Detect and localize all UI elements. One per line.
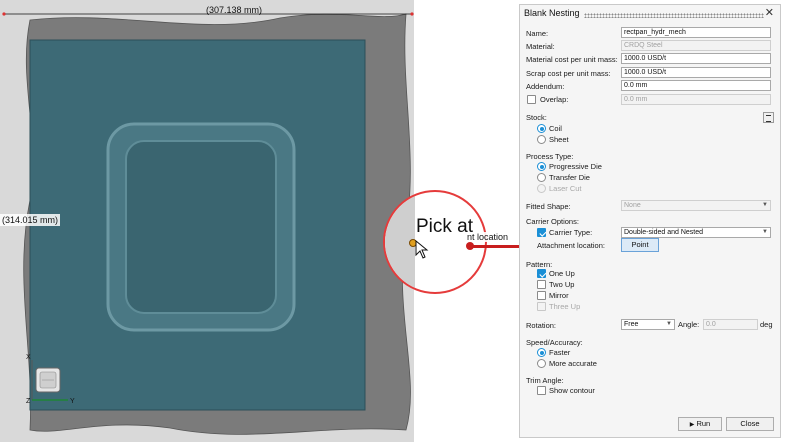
rotation-label: Rotation: (526, 320, 557, 330)
progressive-die-radio[interactable] (537, 162, 546, 171)
rotation-dropdown[interactable]: Free ▼ (621, 319, 675, 330)
fitted-shape-value: None (624, 202, 641, 209)
addendum-label: Addendum: (526, 81, 565, 91)
run-button-label: Run (696, 419, 711, 428)
stock-coil-radio[interactable] (537, 124, 546, 133)
fitted-shape-label: Fitted Shape: (526, 201, 571, 211)
magnifier-text: Pick at (416, 216, 474, 237)
stock-settings-button[interactable] (763, 112, 774, 123)
angle-unit-label: deg (760, 320, 773, 329)
one-up-label: One Up (549, 269, 575, 278)
progressive-die-label: Progressive Die (549, 162, 602, 171)
overlap-label: Overlap: (540, 95, 569, 104)
overlap-checkbox[interactable] (527, 95, 536, 104)
carrier-options-section-label: Carrier Options: (526, 217, 579, 226)
faster-radio[interactable] (537, 348, 546, 357)
mirror-label: Mirror (549, 291, 569, 300)
close-button[interactable]: Close (726, 417, 774, 431)
callout-label: nt location (467, 232, 509, 242)
panel-drag-handle[interactable] (584, 13, 764, 18)
transfer-die-label: Transfer Die (549, 173, 590, 182)
mirror-checkbox[interactable] (537, 291, 546, 300)
laser-cut-radio (537, 184, 546, 193)
attachment-point-button[interactable]: Point (621, 238, 659, 252)
addendum-field[interactable]: 0.0 mm (621, 80, 771, 91)
stock-section-label: Stock: (526, 113, 547, 122)
angle-label: Angle: (678, 320, 700, 329)
carrier-type-label: Carrier Type: (549, 228, 593, 237)
scrap-cost-field[interactable]: 1000.0 USD/t (621, 67, 771, 78)
angle-field: 0.0 (703, 319, 758, 330)
carrier-type-value: Double-sided and Nested (624, 229, 703, 236)
two-up-label: Two Up (549, 280, 575, 289)
fitted-shape-dropdown: None ▼ (621, 200, 771, 211)
trim-angle-section-label: Trim Angle: (526, 376, 564, 385)
laser-cut-label: Laser Cut (549, 184, 582, 193)
material-cost-field[interactable]: 1000.0 USD/t (621, 53, 771, 64)
more-accurate-radio[interactable] (537, 359, 546, 368)
chevron-down-icon: ▼ (762, 202, 768, 208)
triad-x-label: X (26, 354, 31, 361)
show-contour-label: Show contour (549, 386, 595, 395)
chevron-down-icon: ▼ (666, 321, 672, 327)
attachment-location-label: Attachment location: (537, 241, 605, 250)
material-cost-label: Material cost per unit mass: (526, 54, 618, 64)
three-up-checkbox (537, 302, 546, 311)
overlap-field: 0.0 mm (621, 94, 771, 105)
stock-sheet-label: Sheet (549, 135, 569, 144)
carrier-type-checkbox[interactable] (537, 228, 546, 237)
two-up-checkbox[interactable] (537, 280, 546, 289)
more-accurate-label: More accurate (549, 359, 597, 368)
transfer-die-radio[interactable] (537, 173, 546, 182)
pattern-section-label: Pattern: (526, 260, 553, 269)
stock-sheet-radio[interactable] (537, 135, 546, 144)
name-label: Name: (526, 28, 549, 38)
dimension-height-label: (314.015 mm) (0, 214, 61, 226)
callout-dot-left (466, 242, 474, 250)
material-label: Material: (526, 41, 555, 51)
triad-y-label: Y (70, 398, 75, 405)
cursor-arrow-icon (415, 240, 429, 259)
triad-z-label: Z (26, 398, 31, 405)
show-contour-checkbox[interactable] (537, 386, 546, 395)
one-up-checkbox[interactable] (537, 269, 546, 278)
faster-label: Faster (549, 348, 571, 357)
panel-title: Blank Nesting (524, 8, 580, 18)
run-button[interactable]: ▶ Run (678, 417, 722, 431)
view-triad[interactable]: X Z Y (24, 354, 84, 410)
blank-nesting-panel: Blank Nesting ✕ Name: rectpan_hydr_mech … (519, 4, 781, 438)
scrap-cost-label: Scrap cost per unit mass: (526, 68, 611, 78)
name-field[interactable]: rectpan_hydr_mech (621, 27, 771, 38)
speed-accuracy-section-label: Speed/Accuracy: (526, 338, 583, 347)
dimension-width-label: (307.138 mm) (206, 5, 263, 15)
material-field: CRDQ Steel (621, 40, 771, 51)
process-type-section-label: Process Type: (526, 152, 574, 161)
graphics-viewport[interactable]: (307.138 mm) (314.015 mm) X Z Y (0, 0, 414, 442)
rotation-value: Free (624, 321, 639, 328)
play-icon: ▶ (689, 422, 695, 428)
pan-pocket-inner (125, 140, 277, 314)
stock-coil-label: Coil (549, 124, 562, 133)
carrier-type-dropdown[interactable]: Double-sided and Nested ▼ (621, 227, 771, 238)
three-up-label: Three Up (549, 302, 581, 311)
chevron-down-icon: ▼ (762, 229, 768, 235)
close-icon[interactable]: ✕ (765, 6, 774, 19)
